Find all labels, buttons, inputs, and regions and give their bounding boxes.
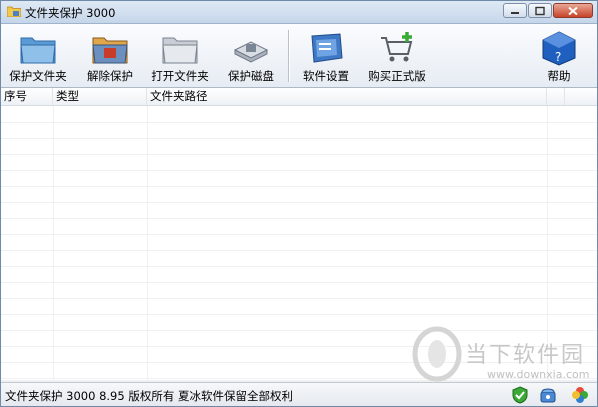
buy-button[interactable]: 购买正式版 xyxy=(363,26,431,86)
settings-panel-icon xyxy=(311,33,343,63)
table-row[interactable] xyxy=(1,202,597,219)
table-row[interactable] xyxy=(1,170,597,187)
minimize-button[interactable] xyxy=(503,3,527,18)
help-button[interactable]: ? 帮助 xyxy=(537,26,581,86)
watermark-brand: 当下软件园 xyxy=(465,343,586,368)
disk-icon xyxy=(233,41,269,63)
protect-disk-label: 保护磁盘 xyxy=(228,69,274,83)
column-type[interactable]: 类型 xyxy=(53,88,147,105)
title-bar[interactable]: 文件夹保护 3000 xyxy=(1,1,597,24)
table-row[interactable] xyxy=(1,266,597,283)
table-row[interactable] xyxy=(1,282,597,299)
toolbar-separator xyxy=(288,30,290,82)
protect-folder-label: 保护文件夹 xyxy=(9,69,67,83)
table-row[interactable] xyxy=(1,298,597,315)
close-icon xyxy=(568,6,578,15)
window-controls xyxy=(502,3,593,19)
open-folder-label: 打开文件夹 xyxy=(151,69,209,83)
table-header: 序号 类型 文件夹路径 xyxy=(1,88,597,106)
app-window: 文件夹保护 3000 保护文件夹 解除保护 打开文件夹 保护磁盘 软件设置 购买… xyxy=(0,0,598,407)
help-label: 帮助 xyxy=(547,69,571,83)
downxia-logo-icon xyxy=(412,326,462,382)
open-folder-button[interactable]: 打开文件夹 xyxy=(147,26,213,86)
table-row[interactable] xyxy=(1,234,597,251)
protect-disk-button[interactable]: 保护磁盘 xyxy=(223,26,279,86)
gray-folder-icon xyxy=(162,37,198,64)
unprotect-button[interactable]: 解除保护 xyxy=(79,26,141,86)
maximize-icon xyxy=(535,6,545,15)
table-row[interactable] xyxy=(1,314,597,331)
table-row[interactable] xyxy=(1,218,597,235)
close-button[interactable] xyxy=(553,3,593,18)
phone-icon[interactable] xyxy=(539,386,557,404)
table-row[interactable] xyxy=(1,106,597,123)
table-row[interactable] xyxy=(1,250,597,267)
table-row[interactable] xyxy=(1,138,597,155)
window-title: 文件夹保护 3000 xyxy=(25,6,116,20)
table-row[interactable] xyxy=(1,186,597,203)
settings-button[interactable]: 软件设置 xyxy=(297,26,355,86)
column-index[interactable]: 序号 xyxy=(1,88,53,105)
table-row[interactable] xyxy=(1,122,597,139)
svg-text:?: ? xyxy=(555,50,561,64)
folder-app-icon xyxy=(7,6,21,17)
column-filler xyxy=(547,88,565,105)
help-cube-icon: ? xyxy=(542,31,576,66)
unlock-folder-icon xyxy=(92,37,128,64)
settings-label: 软件设置 xyxy=(303,69,349,83)
shield-check-icon[interactable] xyxy=(511,386,529,404)
maximize-button[interactable] xyxy=(528,3,552,18)
column-folder-path[interactable]: 文件夹路径 xyxy=(147,88,547,105)
unprotect-label: 解除保护 xyxy=(87,69,133,83)
minimize-icon xyxy=(511,11,519,14)
toolbar: 保护文件夹 解除保护 打开文件夹 保护磁盘 软件设置 购买正式版 ? 帮助 xyxy=(1,24,597,88)
table-row[interactable] xyxy=(1,154,597,171)
protect-folder-button[interactable]: 保护文件夹 xyxy=(5,26,71,86)
clover-icon[interactable] xyxy=(571,386,589,404)
status-text: 文件夹保护 3000 8.95 版权所有 夏冰软件保留全部权利 xyxy=(5,389,293,403)
watermark-url: www.downxia.com xyxy=(487,368,590,381)
blue-folder-icon xyxy=(20,37,56,64)
status-bar: 文件夹保护 3000 8.95 版权所有 夏冰软件保留全部权利 xyxy=(1,382,597,406)
buy-label: 购买正式版 xyxy=(368,69,426,83)
shopping-cart-icon xyxy=(381,32,413,62)
